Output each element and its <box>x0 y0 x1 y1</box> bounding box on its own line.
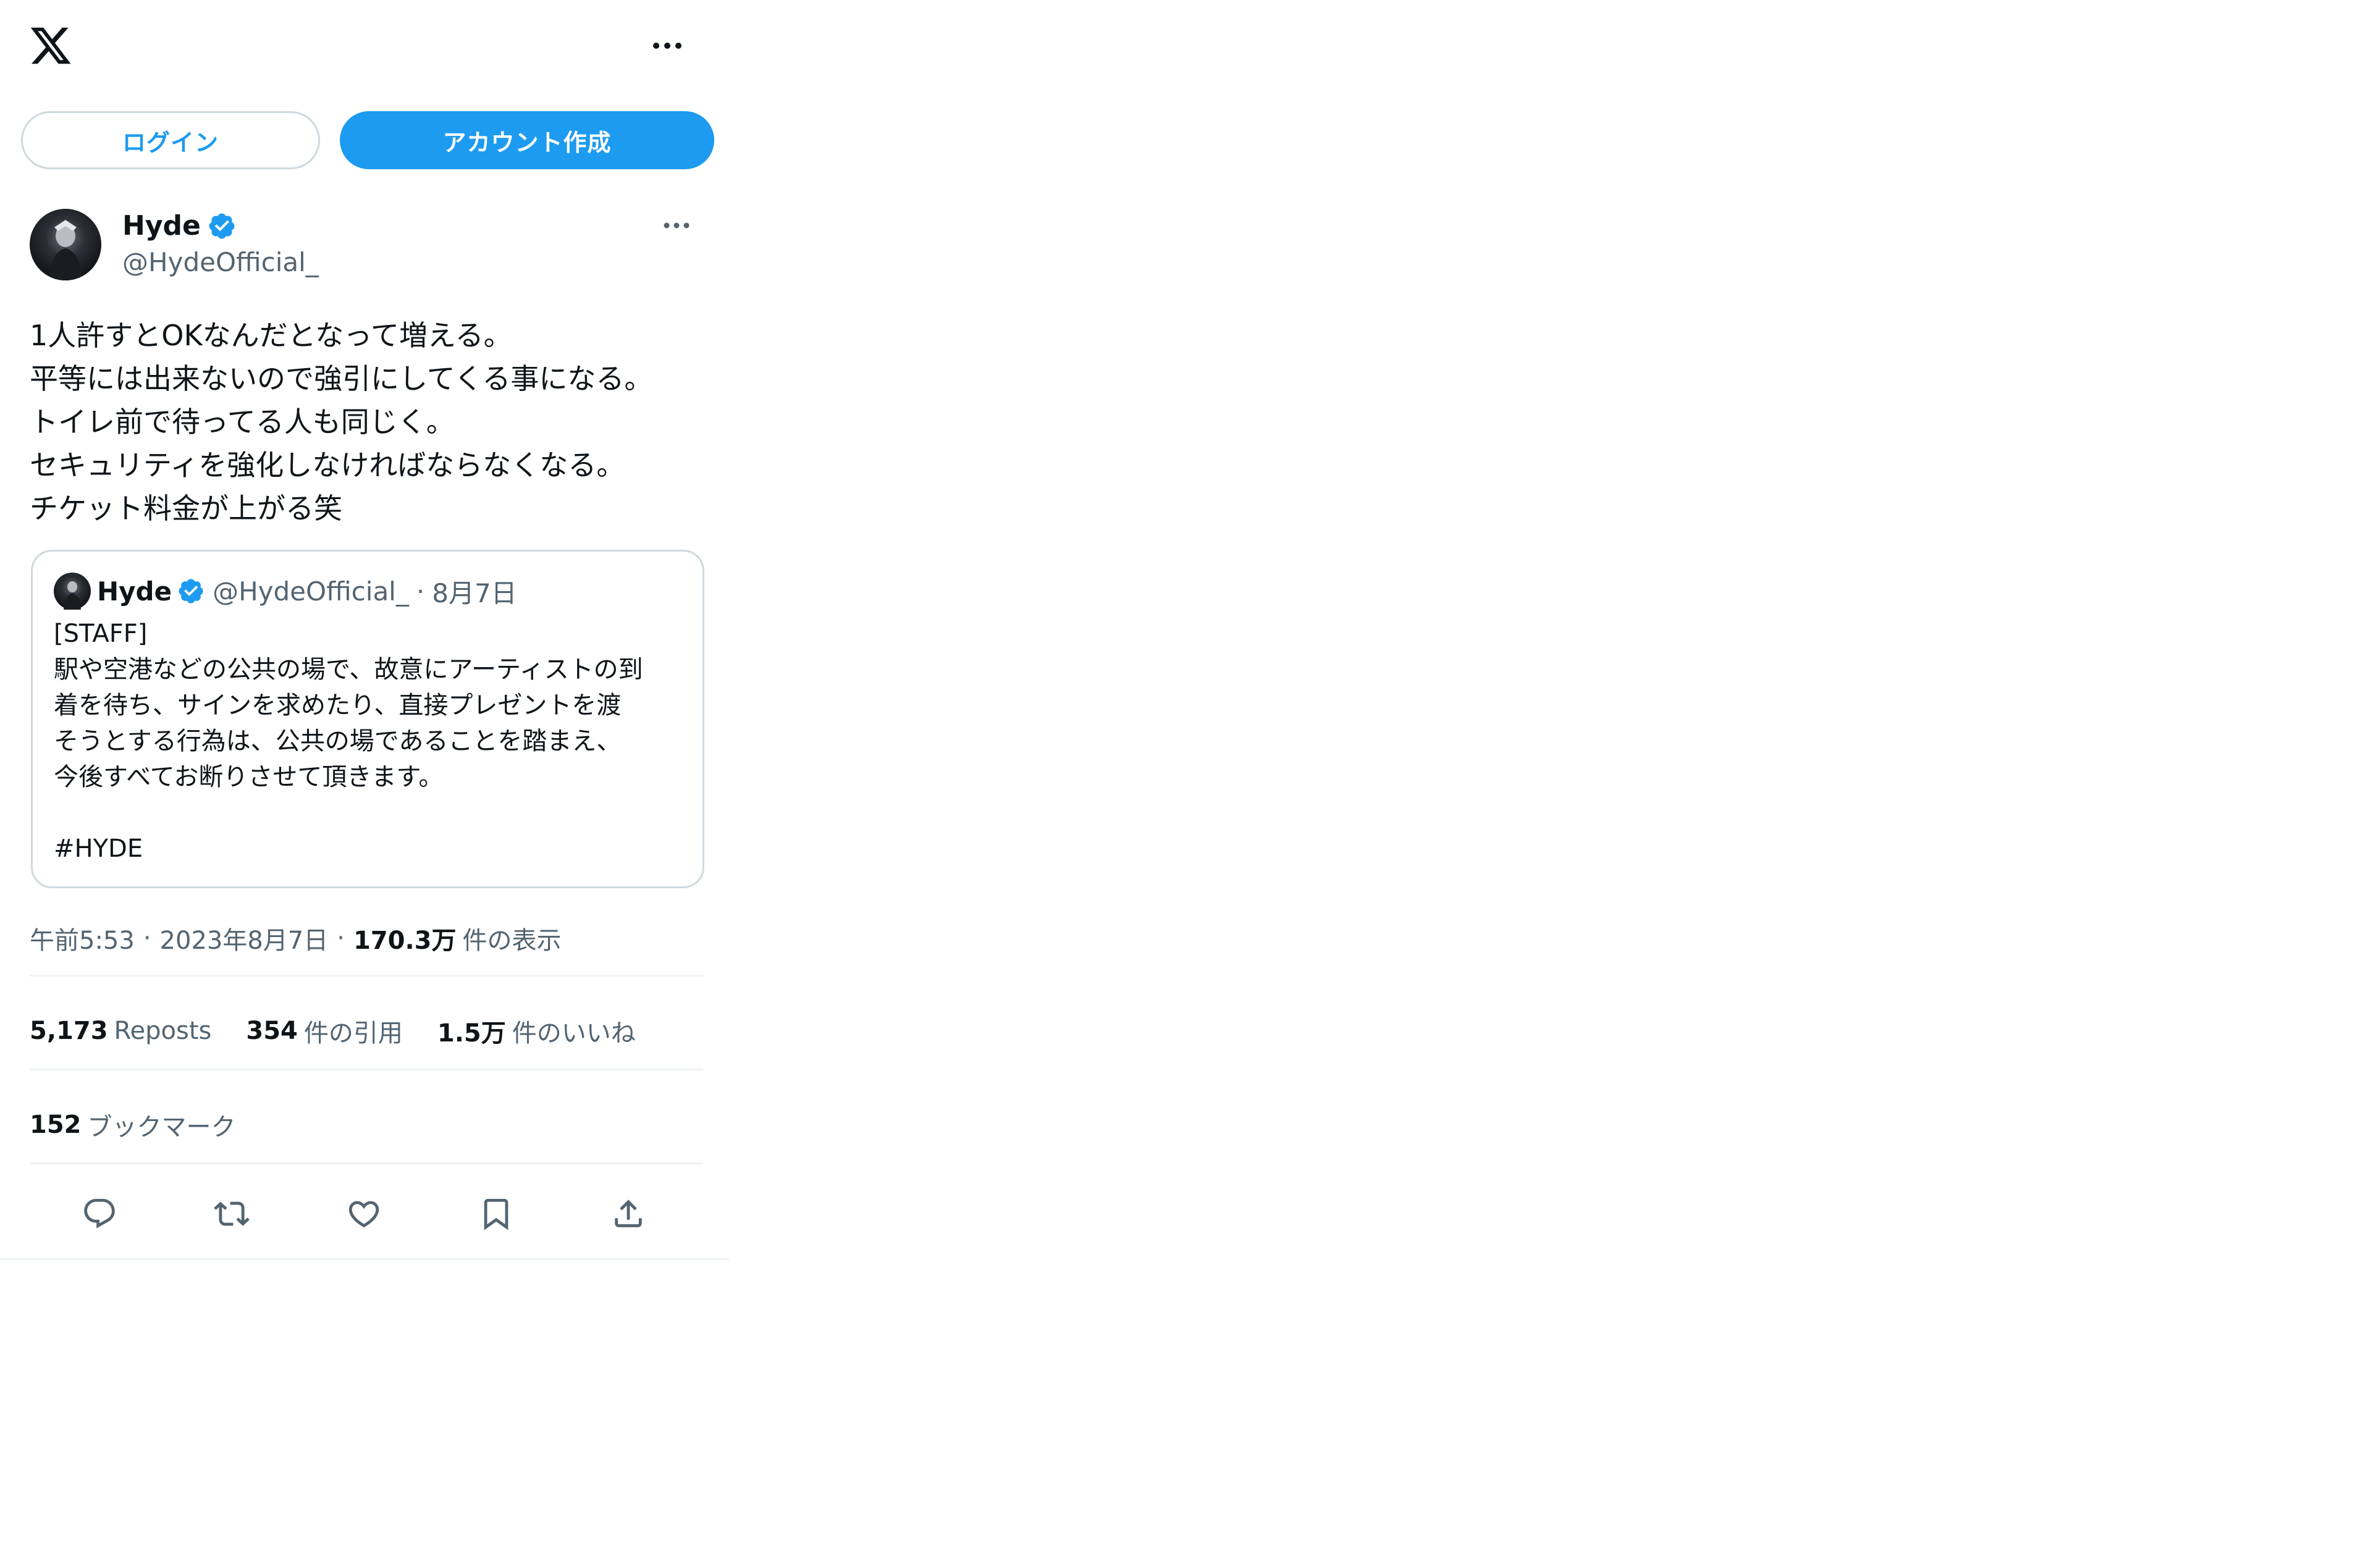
bookmarks-label: ブックマーク <box>87 1113 236 1141</box>
meta-separator: · <box>143 924 151 952</box>
reply-icon[interactable] <box>78 1192 121 1235</box>
x-logo-icon[interactable] <box>27 22 74 69</box>
quoted-text-line: 着を待ち、サインを求めたり、直接プレゼントを渡 <box>54 691 622 720</box>
quoted-text-line <box>54 795 690 831</box>
bookmarks-stat: 152 ブックマーク <box>30 1107 236 1143</box>
author-name-text[interactable]: Hyde <box>122 210 201 242</box>
views-label: 件の表示 <box>462 927 562 955</box>
likes-label: 件のいいね <box>512 1019 636 1048</box>
tweet-text-line: セキュリティを強化しなければならなくなる。 <box>30 448 625 482</box>
likes-stat[interactable]: 1.5万 件のいいね <box>437 1013 636 1049</box>
reposts-stat[interactable]: 5,173 Reposts <box>30 1017 211 1045</box>
views-count: 170.3万 <box>353 927 457 955</box>
quoted-separator: · <box>416 576 425 607</box>
tweet-page: ログイン アカウント作成 Hyde @HydeOfficial_ 1人許すとOK… <box>0 0 729 1260</box>
quoted-header: Hyde @HydeOfficial_ · 8月7日 <box>97 571 517 611</box>
bookmarks-count: 152 <box>30 1111 82 1139</box>
top-bar <box>0 0 729 93</box>
quoted-text-line: 今後すべてお断りさせて頂きます。 <box>54 763 444 791</box>
likes-count: 1.5万 <box>437 1019 506 1048</box>
tweet-actions <box>30 1186 703 1242</box>
quotes-count: 354 <box>246 1017 298 1045</box>
verified-badge-icon <box>207 211 237 241</box>
quoted-date: 8月7日 <box>432 578 517 608</box>
create-account-button[interactable]: アカウント作成 <box>340 111 714 169</box>
author-name[interactable]: Hyde <box>122 210 237 242</box>
quoted-avatar <box>54 573 91 610</box>
tweet-text-line: チケット料金が上がる笑 <box>30 492 342 525</box>
share-icon[interactable] <box>607 1192 650 1235</box>
login-button[interactable]: ログイン <box>21 111 320 169</box>
tweet-text-line: 1人許すとOKなんだとなって増える。 <box>30 319 512 352</box>
tweet-stats: 5,173 Reposts 354 件の引用 1.5万 件のいいね <box>30 1013 670 1049</box>
bookmark-icon[interactable] <box>475 1192 518 1235</box>
tweet-text-line: 平等には出来ないので強引にしてくる事になる。 <box>30 362 653 395</box>
quoted-hashtag[interactable]: #HYDE <box>54 831 690 867</box>
verified-badge-icon <box>177 577 205 605</box>
quoted-text-line: [STAFF] <box>54 620 148 648</box>
quoted-author-name: Hyde <box>97 576 172 607</box>
divider <box>30 975 703 977</box>
tweet-date[interactable]: 2023年8月7日 <box>160 920 329 956</box>
quotes-label: 件の引用 <box>303 1019 403 1048</box>
quoted-text-line: 駅や空港などの公共の場で、故意にアーティストの到 <box>54 655 643 684</box>
tweet-text-line: トイレ前で待ってる人も同じく。 <box>30 405 455 439</box>
quoted-text-line: そうとする行為は、公共の場であることを踏まえ、 <box>54 727 622 755</box>
divider <box>30 1162 703 1164</box>
author-handle[interactable]: @HydeOfficial_ <box>122 247 319 277</box>
repost-icon[interactable] <box>210 1192 253 1235</box>
reposts-count: 5,173 <box>30 1017 108 1045</box>
quoted-tweet[interactable]: Hyde @HydeOfficial_ · 8月7日 [STAFF] 駅や空港な… <box>31 550 704 888</box>
tweet-time[interactable]: 午前5:53 <box>30 920 135 956</box>
like-icon[interactable] <box>342 1192 386 1235</box>
avatar[interactable] <box>30 209 101 280</box>
tweet-text: 1人許すとOKなんだとなって増える。 平等には出来ないので強引にしてくる事になる… <box>30 314 715 530</box>
tweet-meta: 午前5:53 · 2023年8月7日 · 170.3万 件の表示 <box>30 920 562 956</box>
more-horizontal-icon[interactable] <box>643 27 692 64</box>
tweet-more-icon[interactable] <box>655 210 698 241</box>
quoted-author-handle: @HydeOfficial_ <box>213 576 409 607</box>
quotes-stat[interactable]: 354 件の引用 <box>246 1013 403 1049</box>
meta-separator: · <box>337 924 345 952</box>
reposts-label: Reposts <box>114 1017 212 1045</box>
quoted-text: [STAFF] 駅や空港などの公共の場で、故意にアーティストの到 着を待ち、サイ… <box>54 616 690 867</box>
divider <box>30 1069 703 1070</box>
